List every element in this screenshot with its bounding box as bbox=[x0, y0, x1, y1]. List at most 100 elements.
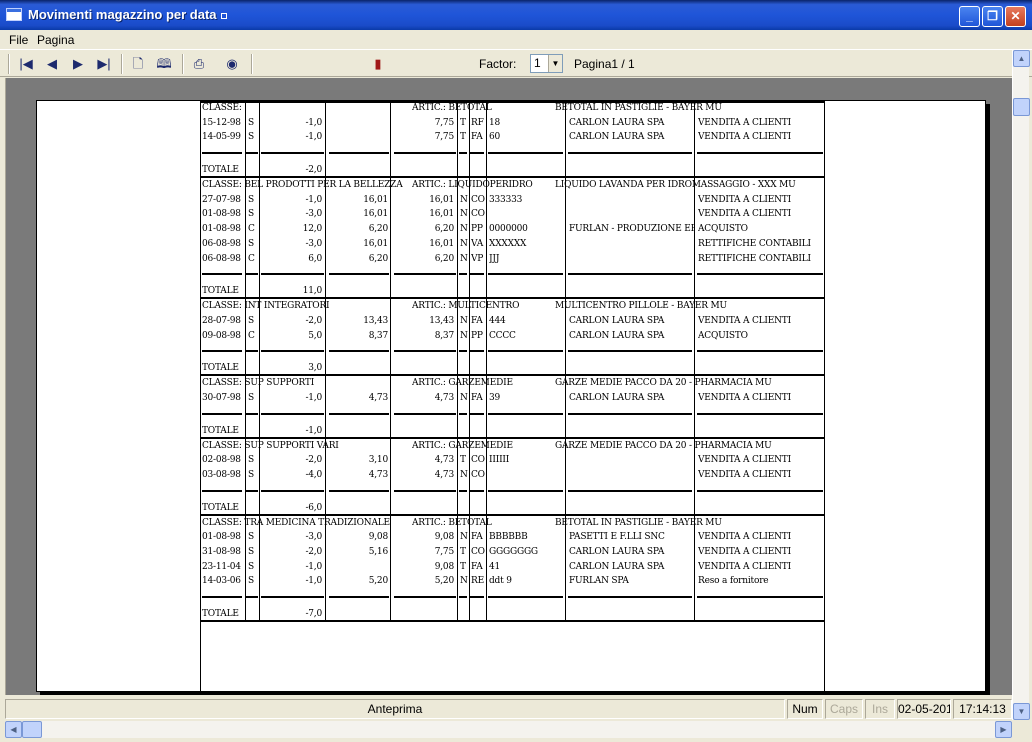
column-rule bbox=[245, 438, 246, 514]
group-header-row: CLASSE: SUP SUPPORTI VARI ARTIC.: GARZEME… bbox=[200, 439, 825, 454]
totale-value: -6,0 bbox=[305, 502, 322, 513]
menu-file[interactable]: File bbox=[9, 33, 28, 47]
movement-cell: IIIIII bbox=[489, 455, 510, 466]
status-mode: Anteprima bbox=[5, 699, 785, 719]
scroll-right-icon[interactable]: ▶ bbox=[995, 721, 1012, 738]
movement-cell: 6,20 bbox=[368, 253, 388, 264]
movement-cell: 23-11-04 bbox=[202, 561, 241, 572]
movement-cell: S bbox=[248, 194, 254, 205]
column-rule bbox=[390, 438, 391, 514]
movement-row: 03-08-98 S -4,0 4,73 4,73 N CO VENDITA A CLIENT… bbox=[200, 468, 825, 483]
totale-row: TOTALE -1,0 bbox=[200, 424, 825, 437]
movement-row: 14-03-06 S -1,0 5,20 5,20 N RE ddt 9 FURLAN SPA R… bbox=[200, 574, 825, 589]
movement-cell: VENDITA A CLIENTI bbox=[698, 209, 791, 220]
subtotal-rule-row bbox=[200, 589, 825, 607]
menu-pagina[interactable]: Pagina bbox=[37, 33, 74, 47]
artic-label: ARTIC.: GARZEMEDIE bbox=[412, 378, 513, 389]
column-rule bbox=[457, 515, 458, 621]
window-title: Movimenti magazzino per data bbox=[28, 7, 227, 22]
report-group: CLASSE: ARTIC.: BETOTAL BETOTAL IN PASTIGL… bbox=[200, 101, 825, 179]
movement-cell: 6,20 bbox=[434, 253, 454, 264]
classe-label: CLASSE: INT INTEGRATORI bbox=[202, 301, 330, 312]
report-group: CLASSE: TRA MEDICINA TRADIZIONALE ARTIC.:… bbox=[200, 515, 825, 623]
article-description: BETOTAL IN PASTIGLIE - BAYER MU bbox=[555, 103, 722, 113]
movement-cell: S bbox=[248, 547, 254, 558]
movement-cell: RETTIFICHE CONTABILI bbox=[698, 253, 811, 264]
classe-label: CLASSE: bbox=[202, 103, 242, 113]
status-ins: Ins bbox=[865, 699, 895, 719]
movement-cell: 0000000 bbox=[489, 224, 528, 235]
movement-row: 01-08-98 C 12,0 6,20 6,20 N PP 0000000 FURLAN - … bbox=[200, 222, 825, 237]
movement-cell: VP bbox=[471, 253, 484, 264]
movement-cell: PASETTI E F.LLI SNC bbox=[569, 532, 665, 543]
two-pages-icon[interactable]: 🕮 bbox=[153, 54, 175, 74]
movement-cell: T bbox=[460, 547, 466, 558]
app-window-icon[interactable] bbox=[6, 8, 22, 21]
movement-cell: 16,01 bbox=[363, 209, 388, 220]
next-page-icon[interactable]: ▶ bbox=[67, 54, 89, 74]
chevron-down-icon[interactable]: ▼ bbox=[548, 55, 562, 72]
subtotal-rule-row bbox=[200, 343, 825, 361]
maximize-button[interactable]: ❐ bbox=[982, 6, 1003, 27]
report-body: CLASSE: ARTIC.: BETOTAL BETOTAL IN PASTIGL… bbox=[200, 101, 825, 691]
movement-cell: -1,0 bbox=[305, 117, 322, 128]
toolbar-separator bbox=[251, 54, 253, 74]
vertical-scroll-thumb[interactable] bbox=[1013, 98, 1030, 116]
column-rule bbox=[325, 376, 326, 437]
first-page-icon[interactable]: |◀ bbox=[15, 54, 37, 74]
column-rule bbox=[486, 515, 487, 621]
artic-label: ARTIC.: MULTICENTRO bbox=[412, 301, 520, 312]
scroll-up-icon[interactable]: ▲ bbox=[1013, 50, 1030, 67]
scroll-left-icon[interactable]: ◀ bbox=[5, 721, 22, 738]
export-icon[interactable]: ◉ bbox=[221, 54, 243, 74]
movement-cell: 13,43 bbox=[429, 315, 454, 326]
print-icon[interactable]: ⎙ bbox=[188, 54, 210, 74]
movement-cell: 28-07-98 bbox=[202, 315, 241, 326]
movement-cell: 30-07-98 bbox=[202, 392, 241, 403]
title-bar[interactable]: Movimenti magazzino per data _ ❐ ✕ bbox=[0, 0, 1032, 30]
report-right-rule bbox=[824, 101, 825, 691]
movement-cell: N bbox=[460, 470, 468, 480]
artic-label: ARTIC.: BETOTAL bbox=[412, 517, 492, 528]
artic-label: ARTIC.: GARZEMEDIE bbox=[412, 440, 513, 451]
movement-cell: 03-08-98 bbox=[202, 470, 241, 480]
movement-cell: ACQUISTO bbox=[698, 330, 748, 341]
subtotal-rule bbox=[329, 152, 389, 155]
totale-label: TOTALE bbox=[202, 165, 239, 176]
column-rule bbox=[457, 178, 458, 298]
toolbar-grip bbox=[8, 54, 10, 74]
close-button[interactable]: ✕ bbox=[1005, 6, 1026, 27]
movement-cell: 333333 bbox=[489, 194, 523, 205]
movement-cell: S bbox=[248, 392, 254, 403]
subtotal-rule bbox=[329, 489, 389, 492]
scroll-down-icon[interactable]: ▼ bbox=[1013, 703, 1030, 720]
movement-row: 06-08-98 C 6,0 6,20 6,20 N VP JJJ RETTIFICHE CON… bbox=[200, 252, 825, 267]
last-page-icon[interactable]: ▶| bbox=[93, 54, 115, 74]
prev-page-icon[interactable]: ◀ bbox=[41, 54, 63, 74]
report-group: CLASSE: INT INTEGRATORI ARTIC.: MULTICENT… bbox=[200, 299, 825, 377]
column-rule bbox=[259, 101, 260, 177]
single-page-icon[interactable]: 🗋 bbox=[127, 54, 149, 74]
movement-cell: 01-08-98 bbox=[202, 532, 241, 543]
subtotal-rule bbox=[568, 412, 692, 415]
totale-value: -7,0 bbox=[305, 609, 322, 620]
column-rule bbox=[259, 376, 260, 437]
print-preview-area[interactable]: CLASSE: ARTIC.: BETOTAL BETOTAL IN PASTIGL… bbox=[5, 78, 1012, 695]
movement-cell: 4,73 bbox=[434, 470, 454, 480]
totale-row: TOTALE -7,0 bbox=[200, 607, 825, 620]
horizontal-scroll-thumb[interactable] bbox=[22, 721, 42, 738]
subtotal-rule bbox=[202, 596, 242, 599]
application-window: Movimenti magazzino per data _ ❐ ✕ File … bbox=[0, 0, 1032, 742]
movement-cell: RETTIFICHE CONTABILI bbox=[698, 238, 811, 249]
subtotal-rule bbox=[261, 596, 324, 599]
subtotal-rule bbox=[488, 596, 563, 599]
horizontal-scrollbar[interactable]: ◀ ▶ bbox=[5, 721, 1012, 738]
movement-cell: FURLAN - PRODUZIONE ERBE bbox=[569, 224, 695, 235]
exit-door-icon[interactable]: ▮ bbox=[367, 54, 389, 74]
subtotal-rule bbox=[202, 273, 242, 276]
minimize-button[interactable]: _ bbox=[959, 6, 980, 27]
movement-cell: FA bbox=[471, 132, 483, 143]
factor-select[interactable]: 1 ▼ bbox=[530, 54, 563, 73]
movement-cell: 4,73 bbox=[434, 455, 454, 466]
vertical-scrollbar[interactable]: ▲ ▼ bbox=[1012, 50, 1030, 720]
